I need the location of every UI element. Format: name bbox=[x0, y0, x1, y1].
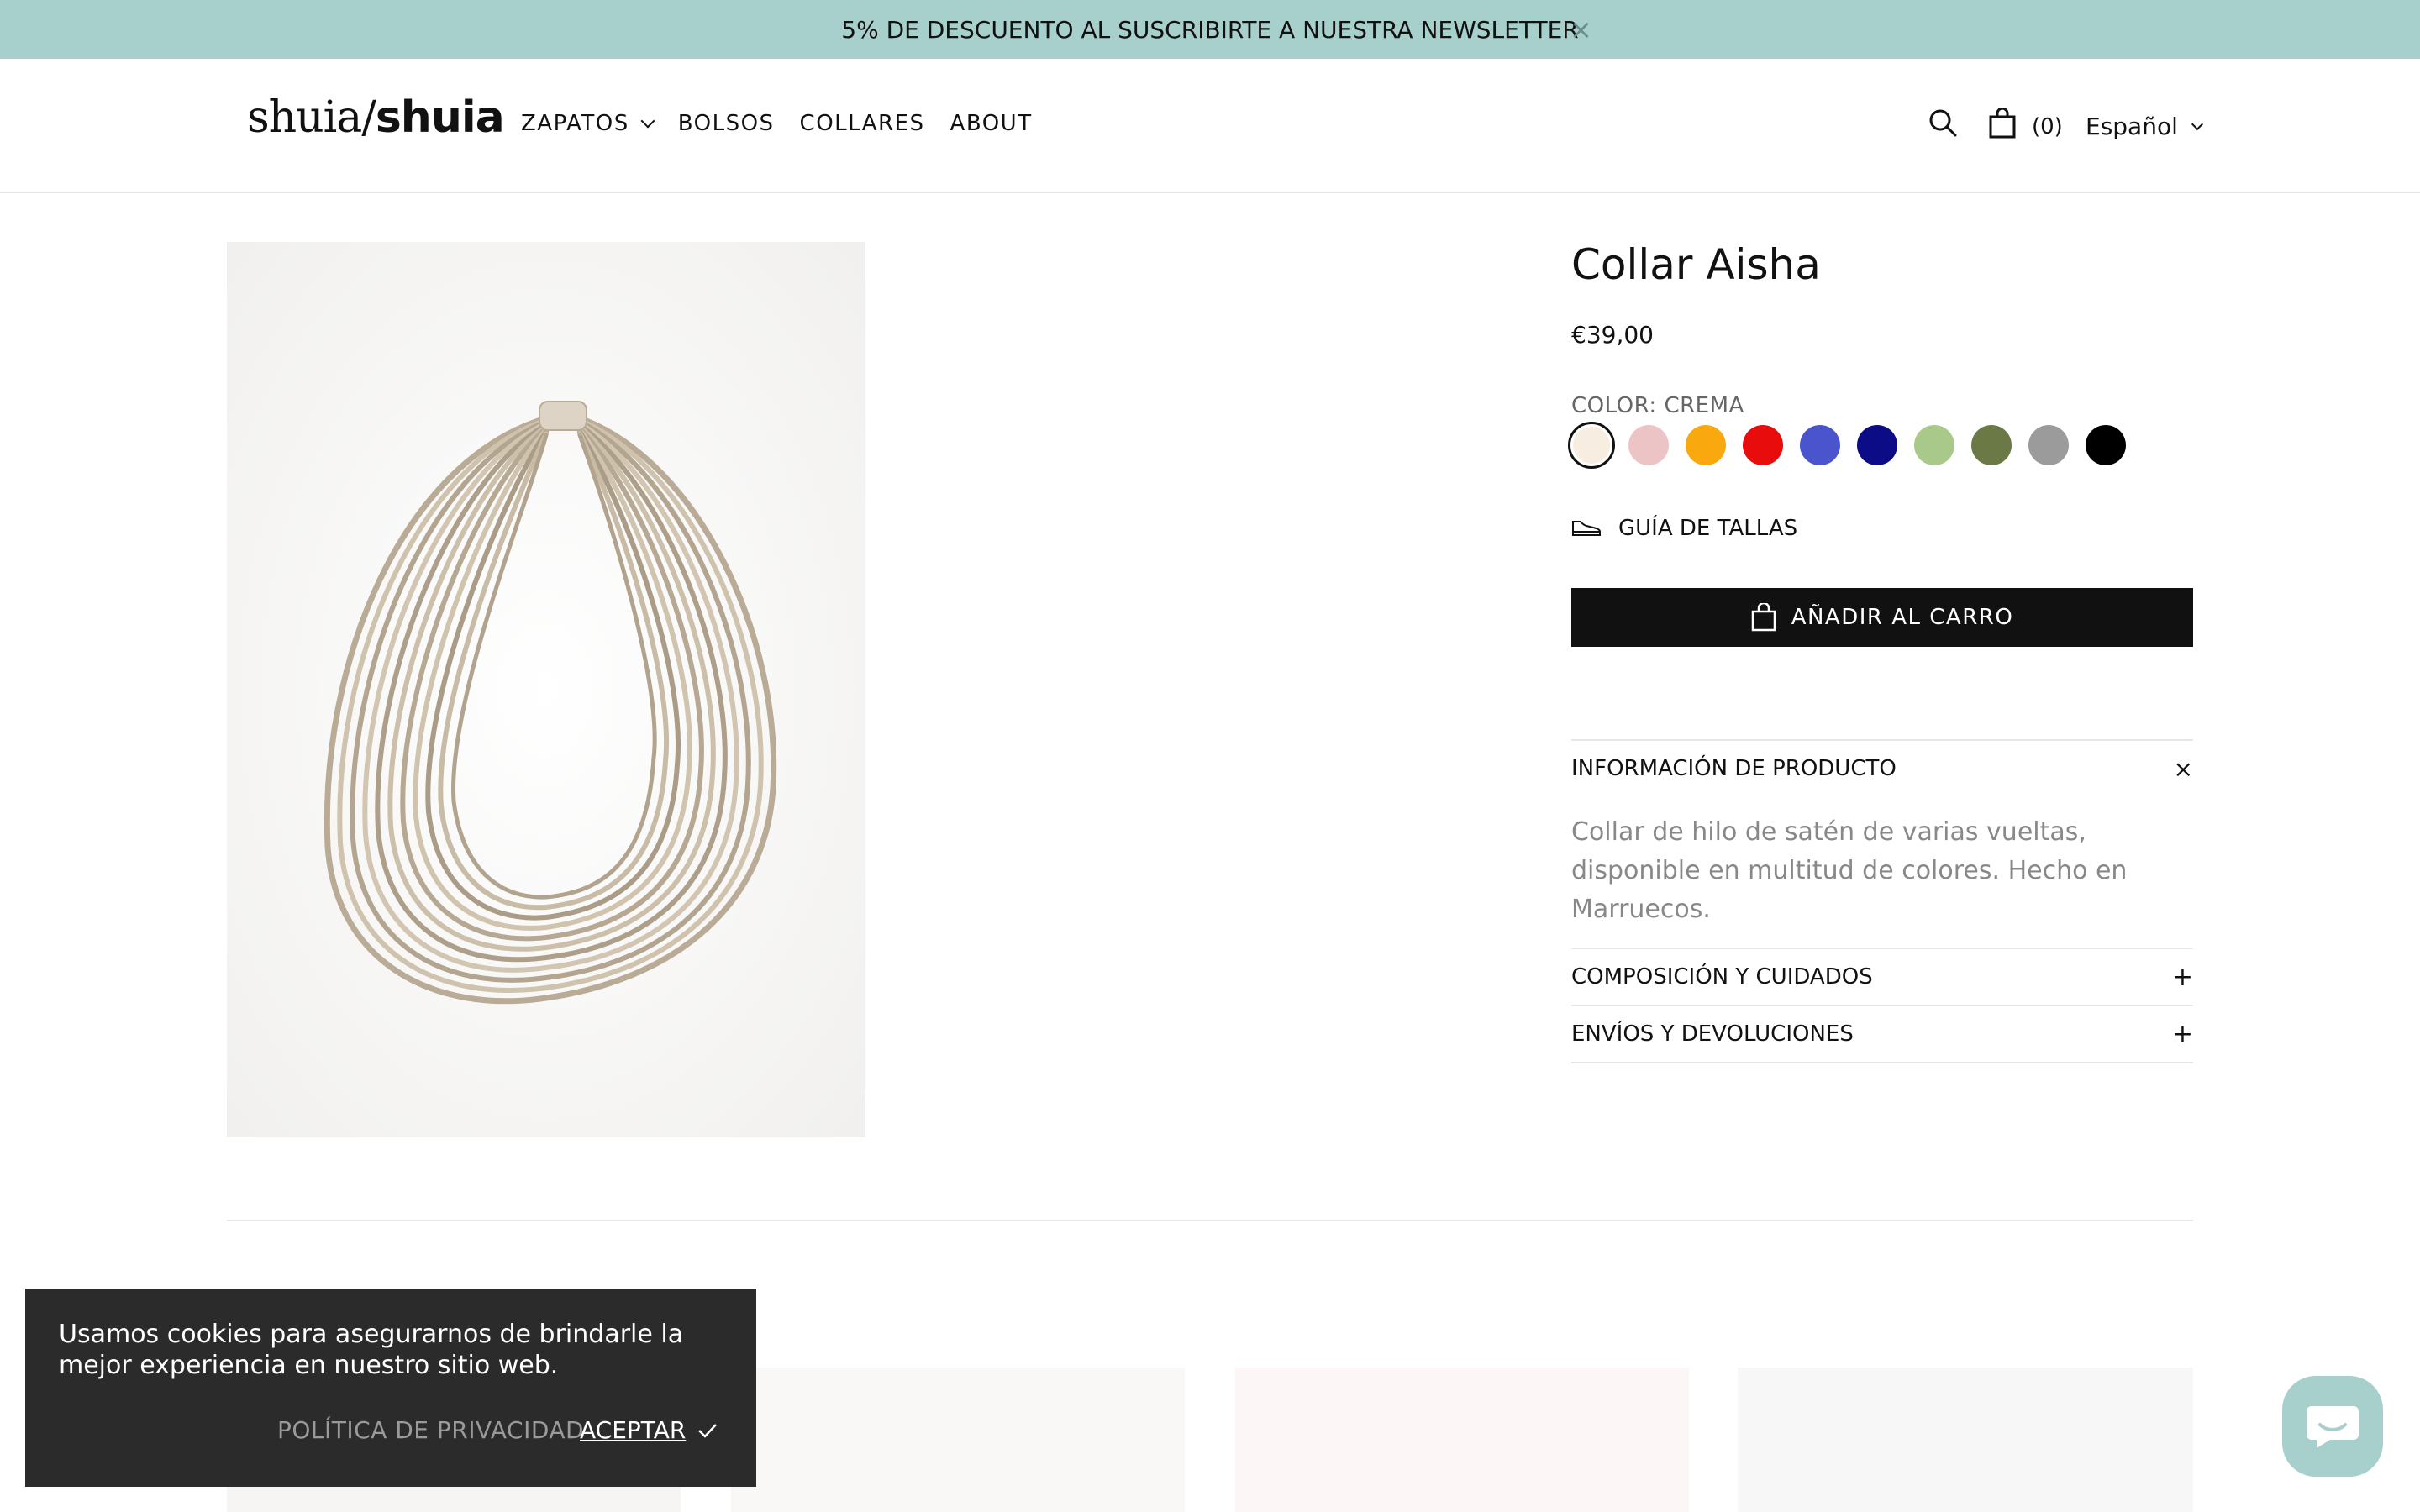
size-guide-link[interactable]: GUÍA DE TALLAS bbox=[1571, 516, 1797, 541]
accordion-item-info: INFORMACIÓN DE PRODUCTO × Collar de hilo… bbox=[1571, 739, 2193, 948]
divider bbox=[1571, 1062, 2193, 1063]
accordion-body: Collar de hilo de satén de varias vuelta… bbox=[1571, 817, 2128, 924]
color-swatch[interactable] bbox=[1628, 425, 1669, 465]
color-label-text: COLOR: bbox=[1571, 393, 1657, 418]
color-value: CREMA bbox=[1664, 393, 1744, 418]
product-image[interactable] bbox=[227, 242, 865, 1137]
related-product-card[interactable] bbox=[1235, 1368, 1689, 1512]
accordion-title: INFORMACIÓN DE PRODUCTO bbox=[1571, 756, 1897, 781]
plus-icon[interactable]: + bbox=[2172, 1020, 2193, 1049]
chevron-down-icon bbox=[640, 113, 655, 129]
chat-button[interactable] bbox=[2282, 1376, 2383, 1477]
product-title: Collar Aisha bbox=[1571, 240, 1821, 289]
color-swatch[interactable] bbox=[1568, 422, 1615, 469]
color-swatch[interactable] bbox=[1857, 425, 1897, 465]
logo-slash: / bbox=[361, 92, 376, 143]
language-label: Español bbox=[2086, 113, 2178, 140]
color-swatch[interactable] bbox=[1914, 425, 1954, 465]
accordion-header[interactable]: INFORMACIÓN DE PRODUCTO × bbox=[1571, 741, 2193, 796]
related-product-card[interactable] bbox=[731, 1368, 1185, 1512]
nav-item-bolsos[interactable]: BOLSOS bbox=[678, 111, 775, 136]
accordion-title: COMPOSICIÓN Y CUIDADOS bbox=[1571, 964, 1873, 990]
logo-part-1: shuia bbox=[247, 92, 362, 143]
chat-icon bbox=[2307, 1406, 2359, 1448]
main-nav: ZAPATOS BOLSOS COLLARES ABOUT bbox=[521, 111, 1033, 136]
nav-item-label: BOLSOS bbox=[677, 111, 775, 136]
nav-item-collares[interactable]: COLLARES bbox=[800, 111, 925, 136]
accordion-header[interactable]: ENVÍOS Y DEVOLUCIONES + bbox=[1571, 1006, 2193, 1062]
color-label: COLOR: CREMA bbox=[1571, 393, 1744, 418]
nav-item-label: ABOUT bbox=[950, 111, 1033, 136]
search-icon[interactable] bbox=[1928, 108, 1958, 138]
necklace-image bbox=[227, 242, 865, 1137]
privacy-policy-link[interactable]: POLÍTICA DE PRIVACIDAD bbox=[277, 1416, 584, 1444]
related-product-card[interactable] bbox=[1738, 1368, 2193, 1512]
color-swatch[interactable] bbox=[1971, 425, 2012, 465]
announcement-text: 5% DE DESCUENTO AL SUSCRIBIRTE A NUESTRA… bbox=[841, 15, 1579, 44]
color-swatch[interactable] bbox=[1686, 425, 1726, 465]
logo[interactable]: shuia/shuia bbox=[247, 92, 505, 143]
cookie-banner: Usamos cookies para asegurarnos de brind… bbox=[25, 1289, 756, 1487]
nav-item-zapatos[interactable]: ZAPATOS bbox=[521, 111, 655, 136]
plus-icon[interactable]: + bbox=[2172, 963, 2193, 992]
accept-label: ACEPTAR bbox=[580, 1416, 687, 1444]
site-header: shuia/shuia ZAPATOS BOLSOS COLLARES ABOU… bbox=[0, 59, 2420, 193]
accordion-header[interactable]: COMPOSICIÓN Y CUIDADOS + bbox=[1571, 949, 2193, 1005]
accordion-item-shipping: ENVÍOS Y DEVOLUCIONES + bbox=[1571, 1005, 2193, 1062]
color-swatches bbox=[1568, 422, 2126, 469]
logo-part-2: shuia bbox=[375, 92, 505, 143]
cookie-text: Usamos cookies para asegurarnos de brind… bbox=[59, 1320, 684, 1380]
nav-item-label: ZAPATOS bbox=[521, 111, 629, 136]
product-price: €39,00 bbox=[1571, 321, 1654, 349]
color-swatch[interactable] bbox=[2086, 425, 2126, 465]
product-info: Collar Aisha €39,00 COLOR: CREMA GUÍA DE… bbox=[1568, 240, 2193, 1063]
cart-icon[interactable] bbox=[1988, 108, 2017, 139]
close-icon[interactable]: × bbox=[2174, 755, 2193, 783]
accordion-item-care: COMPOSICIÓN Y CUIDADOS + bbox=[1571, 948, 2193, 1005]
size-guide-label: GUÍA DE TALLAS bbox=[1618, 516, 1798, 541]
color-swatch[interactable] bbox=[1800, 425, 1840, 465]
product-accordion: INFORMACIÓN DE PRODUCTO × Collar de hilo… bbox=[1571, 739, 2193, 1063]
add-to-cart-button[interactable]: AÑADIR AL CARRO bbox=[1571, 588, 2193, 647]
check-icon bbox=[698, 1423, 718, 1438]
shoe-icon bbox=[1572, 521, 1601, 536]
color-swatch[interactable] bbox=[2028, 425, 2069, 465]
accordion-title: ENVÍOS Y DEVOLUCIONES bbox=[1571, 1021, 1854, 1047]
color-swatch[interactable] bbox=[1743, 425, 1783, 465]
accept-cookies-button[interactable]: ACEPTAR bbox=[580, 1416, 718, 1444]
close-icon[interactable]: × bbox=[1570, 13, 1592, 45]
section-divider bbox=[227, 1220, 2193, 1221]
bag-icon bbox=[1751, 603, 1776, 632]
cart-count[interactable]: (0) bbox=[2032, 114, 2063, 139]
add-to-cart-label: AÑADIR AL CARRO bbox=[1791, 605, 2014, 630]
nav-item-label: COLLARES bbox=[799, 111, 925, 136]
language-selector[interactable]: Español bbox=[2086, 113, 2203, 140]
nav-item-about[interactable]: ABOUT bbox=[950, 111, 1033, 136]
chevron-down-icon bbox=[2191, 118, 2203, 130]
announcement-bar: 5% DE DESCUENTO AL SUSCRIBIRTE A NUESTRA… bbox=[0, 0, 2420, 59]
